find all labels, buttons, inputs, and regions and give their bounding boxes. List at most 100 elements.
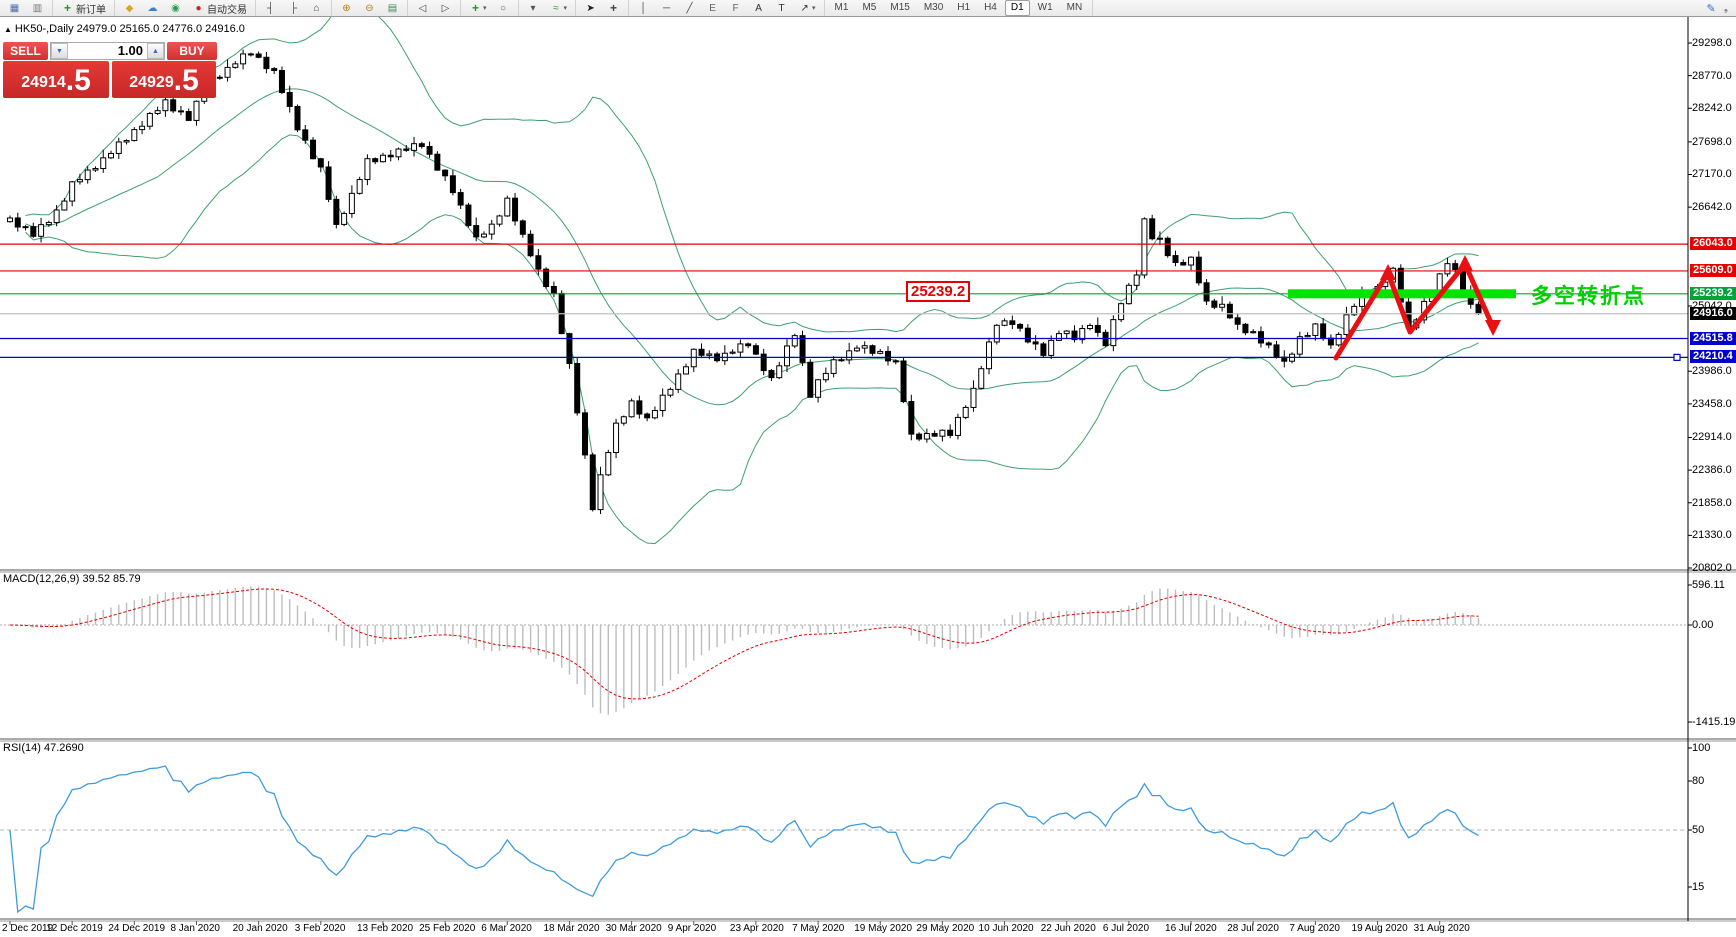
shift-end-icon[interactable]: ┤ [260,0,281,16]
zoom-in-icon[interactable]: ⊕ [336,0,357,16]
templates-caret-icon: ▾ [530,2,536,14]
rsi-scale-label: 50 [1692,824,1705,836]
timeframe-button-w1[interactable]: W1 [1032,0,1059,16]
scroll-right-icon[interactable]: ▷ [435,0,456,16]
timeframe-button-mn[interactable]: MN [1061,0,1089,16]
indicator-group: ▾ ≈ ▾ [519,0,577,16]
tile-windows-icon[interactable]: ▤ [382,0,403,16]
arrows-icon[interactable]: ↗ ▾ [794,0,820,16]
chart-area[interactable]: ▲ HK50-,Daily 24979.0 25165.0 24776.0 249… [0,17,1736,937]
new-order-button[interactable]: + 新订单 [57,0,110,16]
market-icon[interactable]: ☁ [142,0,163,16]
price-tick-label: 29298.0 [1692,37,1732,49]
main-toolbar: ▦ ▥ + 新订单 ◆ ☁ ◉ ● 自动交易 ┤ ├ ⌂ ⊕ ⊖ ▤ ◁ ▷ + ▾ ○ ▾ ≈ ▾ ➤ + │ ─ ╱ E F A T ↗ ▾ M… [0,0,1736,17]
chart-window-icon: ▦ [9,2,20,14]
chat-icon[interactable]: ❟ [1724,2,1728,15]
timeframe-button-m1[interactable]: M1 [829,0,855,16]
metaeditor-icon: ◆ [125,2,134,14]
macd-indicator-label: MACD(12,26,9) 39.52 85.79 [3,573,141,585]
price-level-label[interactable]: 25239.2 [906,281,971,302]
pencil-icon[interactable]: ✎ [1706,2,1715,15]
buy-price-main: 24929 [129,74,174,91]
zoom-group: ⊕ ⊖ ▤ [332,0,408,16]
trendline-icon[interactable]: ╱ [679,0,700,16]
sell-price-main: 24914 [21,74,66,91]
market-icon: ☁ [147,2,158,14]
horizontal-line-icon[interactable]: ─ [656,0,677,16]
text-label-icon[interactable]: T [771,0,792,16]
signals-icon[interactable]: ◉ [165,0,186,16]
timeframe-button-m30[interactable]: M30 [918,0,949,16]
price-tick-label: 26642.0 [1692,201,1732,214]
chart-window-icon[interactable]: ▦ [4,0,25,16]
timeframe-button-m15[interactable]: M15 [884,0,915,16]
text-label-icon: T [778,2,785,14]
chevron-down-icon[interactable]: ▾ [812,4,816,12]
date-tick-label: 19 May 2020 [854,923,913,934]
preview-icon[interactable]: ▥ [27,0,48,16]
timeframe-button-d1[interactable]: D1 [1004,0,1030,16]
autotrading-button[interactable]: ● 自动交易 [188,0,251,16]
cursor-icon[interactable]: ➤ [580,0,601,16]
date-tick-label: 29 May 2020 [916,923,975,934]
timeframe-button-h1[interactable]: H1 [951,0,976,16]
sell-price-display[interactable]: 24914.5 [3,61,109,98]
new-order-button-label: 新订单 [76,4,106,16]
indicators-list-icon[interactable]: ≈ ▾ [546,0,572,16]
zoom-out-icon[interactable]: ⊖ [359,0,380,16]
objects-group: │ ─ ╱ E F A T ↗ ▾ [629,0,825,16]
equidistant-channel-icon: E [709,2,716,14]
period-clock-icon: ○ [499,2,507,14]
macd-scale-label: 596.11 [1692,579,1725,591]
cursor-icon: ➤ [586,2,595,14]
volume-decrease-button[interactable]: ▼ [51,43,68,59]
volume-stepper: ▼ 1.00 ▲ [50,42,165,60]
cursor-group: ➤ + [576,0,630,16]
volume-field[interactable]: 1.00 [68,43,147,59]
metaeditor-icon[interactable]: ◆ [119,0,140,16]
chart-profile-icon[interactable]: ⌂ [306,0,327,16]
auto-scroll-icon: ├ [289,2,298,14]
text-icon: A [755,2,762,14]
horizontal-line-icon: ─ [662,2,671,14]
price-axis-badge: 25239.2 [1690,286,1736,300]
date-tick-label: 16 Jul 2020 [1165,923,1217,934]
symbol-ohlc-text: HK50-,Daily 24979.0 25165.0 24776.0 2491… [14,23,245,35]
chevron-down-icon[interactable]: ▾ [483,4,487,12]
equidistant-channel-icon[interactable]: E [702,0,723,16]
buy-button[interactable]: BUY [167,42,217,60]
sell-button[interactable]: SELL [3,42,48,60]
scroll-left-icon[interactable]: ◁ [412,0,433,16]
volume-increase-button[interactable]: ▲ [147,43,164,59]
price-tick-label: 28242.0 [1692,102,1732,115]
preview-icon: ▥ [32,2,43,14]
date-tick-label: 13 Feb 2020 [356,923,414,934]
chevron-down-icon[interactable]: ▾ [564,4,568,12]
timeframe-button-h4[interactable]: H4 [978,0,1003,16]
autotrading-button-label: 自动交易 [207,4,247,16]
shift-marker-icon: ▲ [4,25,12,34]
chart-canvas [0,17,1736,925]
templates-caret-icon[interactable]: ▾ [523,0,544,16]
price-tick-label: 28770.0 [1692,69,1732,82]
add-group: + ▾ ○ [461,0,519,16]
date-tick-label: 20 Jan 2020 [232,923,288,934]
price-tick-label: 23986.0 [1692,365,1732,378]
period-clock-icon[interactable]: ○ [493,0,514,16]
price-axis-badge: 24515.8 [1690,331,1736,345]
crosshair-icon[interactable]: + [603,0,624,16]
buy-price-display[interactable]: 24929.5 [112,61,216,98]
timeframe-button-m5[interactable]: M5 [856,0,882,16]
auto-scroll-icon[interactable]: ├ [283,0,304,16]
vertical-line-icon[interactable]: │ [633,0,654,16]
add-indicator-icon[interactable]: + ▾ [465,0,491,16]
date-tick-label: 7 May 2020 [792,923,845,934]
cn-annotation-text[interactable]: 多空转折点 [1531,280,1646,310]
buy-price-fraction: .5 [173,64,199,97]
date-tick-label: 12 Dec 2019 [46,923,103,934]
price-axis-badge: 25609.0 [1690,263,1736,277]
price-tick-label: 21330.0 [1692,529,1732,542]
fibonacci-icon[interactable]: F [725,0,746,16]
date-tick-label: 22 Jun 2020 [1040,923,1096,934]
text-icon[interactable]: A [748,0,769,16]
